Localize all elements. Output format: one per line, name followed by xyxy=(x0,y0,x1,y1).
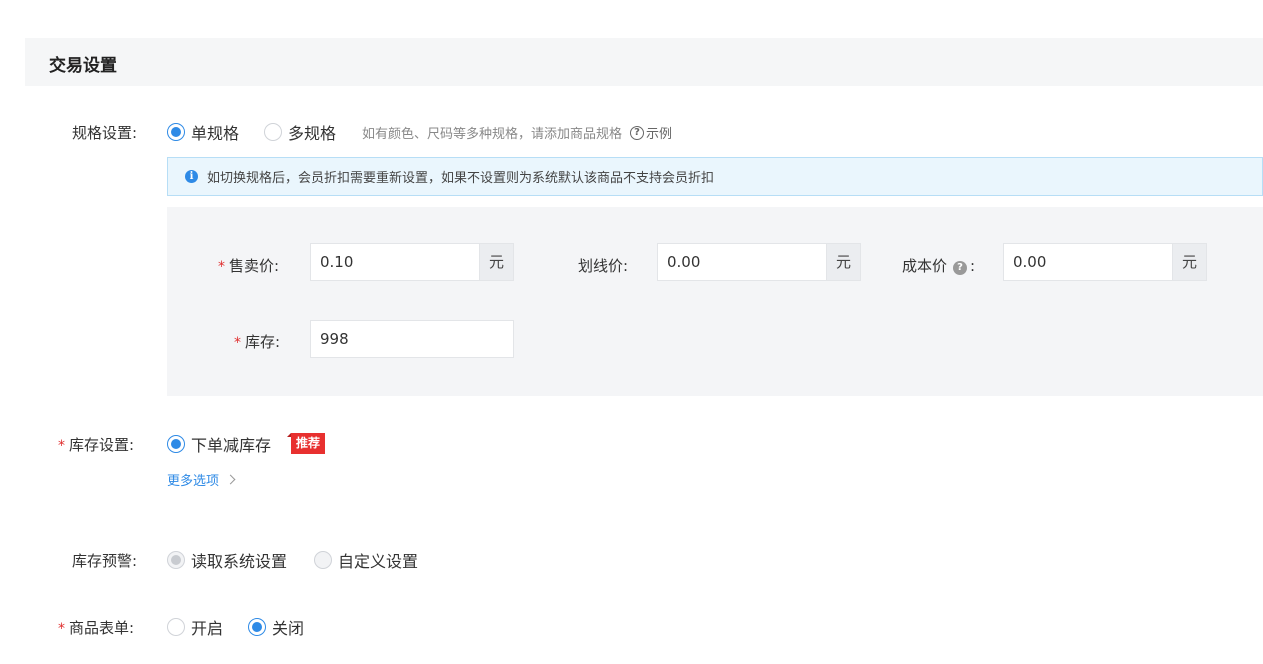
radio-checked-disabled-icon xyxy=(167,551,185,569)
stock-group xyxy=(310,320,514,358)
sale-price-label-text: 售卖价: xyxy=(229,257,280,275)
more-options-link[interactable]: 更多选项 xyxy=(167,470,236,489)
radio-unchecked-icon xyxy=(264,123,282,141)
cost-price-input[interactable] xyxy=(1004,244,1172,280)
stock-warning-custom-label: 自定义设置 xyxy=(338,552,419,571)
sale-price-input[interactable] xyxy=(311,244,479,280)
help-icon[interactable]: ? xyxy=(953,261,968,275)
required-mark: * xyxy=(58,438,65,454)
radio-unchecked-icon xyxy=(167,618,185,636)
required-mark: * xyxy=(58,621,65,637)
radio-checked-icon xyxy=(167,435,185,453)
chevron-right-icon xyxy=(225,474,236,485)
spec-example-link[interactable]: 示例 xyxy=(646,123,672,142)
product-form-off-radio[interactable]: 关闭 xyxy=(248,615,304,639)
product-form-label: * 商品表单: xyxy=(58,617,134,638)
stock-setting-radio[interactable]: 下单减库存 xyxy=(167,432,271,456)
radio-checked-icon xyxy=(167,123,185,141)
strike-price-group: 元 xyxy=(657,243,861,281)
strike-price-label: 划线价: xyxy=(578,257,629,275)
spec-single-label: 单规格 xyxy=(191,124,240,143)
stock-label: * 库存: xyxy=(234,331,280,352)
product-form-off-label: 关闭 xyxy=(272,619,305,638)
sale-price-group: 元 xyxy=(310,243,514,281)
cost-price-group: 元 xyxy=(1003,243,1207,281)
cost-price-label: 成本价?: xyxy=(902,255,975,276)
section-header: 交易设置 xyxy=(25,38,1263,86)
cost-price-colon: : xyxy=(970,257,976,275)
stock-warning-system-radio[interactable]: 读取系统设置 xyxy=(167,548,287,572)
spec-multi-label: 多规格 xyxy=(288,124,337,143)
stock-input[interactable] xyxy=(311,321,513,357)
spec-multi-radio[interactable]: 多规格 xyxy=(264,120,336,144)
cost-price-suffix: 元 xyxy=(1172,244,1206,280)
question-circle-icon[interactable]: ? xyxy=(630,125,645,140)
sale-price-suffix: 元 xyxy=(479,244,513,280)
radio-unchecked-disabled-icon xyxy=(314,551,332,569)
spec-notice: i 如切换规格后，会员折扣需要重新设置，如果不设置则为系统默认该商品不支持会员折… xyxy=(167,157,1263,196)
stock-setting-option: 下单减库存 xyxy=(191,436,272,455)
stock-setting-label-text: 库存设置: xyxy=(69,436,135,454)
recommend-badge: 推荐 xyxy=(286,433,326,454)
required-mark: * xyxy=(234,335,241,351)
stock-warning-label: 库存预警: xyxy=(72,552,138,570)
strike-price-suffix: 元 xyxy=(826,244,860,280)
strike-price-input[interactable] xyxy=(658,244,826,280)
product-form-on-radio[interactable]: 开启 xyxy=(167,615,223,639)
notice-text: 如切换规格后，会员折扣需要重新设置，如果不设置则为系统默认该商品不支持会员折扣 xyxy=(207,171,715,186)
spec-single-radio[interactable]: 单规格 xyxy=(167,120,239,144)
required-mark: * xyxy=(218,259,225,275)
cost-price-label-text: 成本价 xyxy=(902,257,948,275)
section-title: 交易设置 xyxy=(49,56,117,76)
spec-hint: 如有颜色、尺码等多种规格，请添加商品规格 ? 示例 xyxy=(362,123,672,142)
price-panel xyxy=(167,207,1263,396)
radio-checked-icon xyxy=(248,618,266,636)
info-icon: i xyxy=(185,170,198,183)
spec-hint-text: 如有颜色、尺码等多种规格，请添加商品规格 xyxy=(362,127,623,142)
stock-label-text: 库存: xyxy=(245,333,281,351)
spec-label: 规格设置: xyxy=(72,124,138,142)
sale-price-label: * 售卖价: xyxy=(218,255,279,276)
product-form-on-label: 开启 xyxy=(191,619,224,638)
more-options-text: 更多选项 xyxy=(167,474,220,489)
stock-setting-label: * 库存设置: xyxy=(58,434,134,455)
stock-warning-custom-radio[interactable]: 自定义设置 xyxy=(314,548,418,572)
stock-warning-system-label: 读取系统设置 xyxy=(191,552,288,571)
product-form-label-text: 商品表单: xyxy=(69,619,135,637)
